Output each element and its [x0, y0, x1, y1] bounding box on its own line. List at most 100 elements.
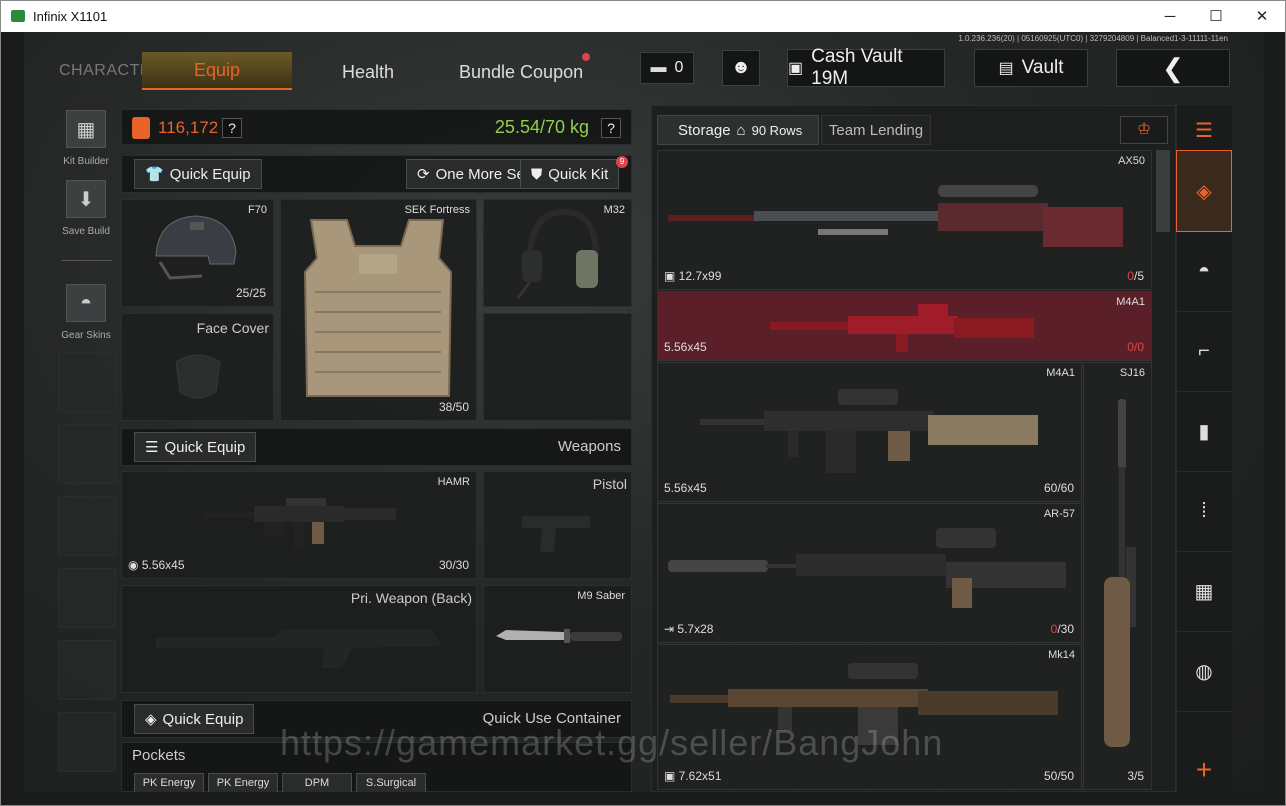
shirt-icon: 👕: [145, 166, 164, 183]
item-count: 0/30: [1051, 622, 1074, 636]
empty-slot: [58, 568, 116, 628]
item-count-current: 0: [1127, 269, 1134, 283]
ax50-rifle-image: [668, 185, 1123, 247]
storage-item[interactable]: SJ16 3/5: [1083, 362, 1152, 790]
bayonet-image: [496, 629, 622, 643]
vest-icon: ▦: [76, 118, 96, 141]
cash-vault-button[interactable]: ▣ Cash Vault 19M: [787, 46, 945, 89]
item-count-max: /0: [1133, 340, 1144, 354]
item-count-current: 60: [1043, 481, 1058, 495]
storage-rows: 90 Rows: [751, 122, 803, 138]
armor-slot[interactable]: SEK Fortress 38/50: [280, 199, 477, 421]
refresh-icon: ⟳: [417, 166, 430, 183]
storage-item[interactable]: M4A1 5.56x45 60/60: [657, 362, 1082, 502]
pocket-item[interactable]: S.Surgical: [356, 773, 426, 792]
category-magazine[interactable]: ▮: [1176, 392, 1232, 472]
kit-builder-button[interactable]: ▦: [66, 110, 106, 148]
pouch-icon: ◈: [145, 711, 157, 728]
helmet-skin-icon: ◓: [79, 291, 93, 314]
crate-icon: ◈: [1196, 180, 1212, 203]
item-ammo: 5.56x45: [664, 481, 707, 495]
item-count-max: /5: [1133, 269, 1144, 283]
storage-item[interactable]: AX50 ▣ 12.7x99 0/5: [657, 150, 1152, 290]
headset-name: M32: [603, 204, 625, 216]
category-selected[interactable]: ◈: [1176, 150, 1232, 232]
storage-item[interactable]: M4A1 5.56x45 0/0: [657, 291, 1152, 361]
item-count: 0/5: [1127, 269, 1144, 283]
headset-image: [516, 208, 599, 299]
item-ammo-text: 5.7x28: [677, 622, 714, 636]
pistol-slot[interactable]: Pistol: [483, 471, 632, 579]
pouch-icon: ◍: [1195, 661, 1213, 683]
item-name: M4A1: [1116, 296, 1145, 308]
stack-icon: ☰: [1195, 119, 1213, 142]
weight-help-button[interactable]: ?: [601, 118, 621, 138]
helmet-slot[interactable]: F70 25/25: [121, 199, 274, 307]
tab-bundle-coupon[interactable]: Bundle Coupon: [459, 62, 583, 83]
loadout-value: 116,172: [158, 118, 219, 137]
vault-button[interactable]: ▤ Vault: [974, 49, 1088, 87]
headset-slot[interactable]: M32: [483, 199, 632, 307]
cash-vault-label: Cash Vault 19M: [811, 46, 903, 89]
gear-skins-button[interactable]: ◓: [66, 284, 106, 322]
storage-item[interactable]: AR-57 ⇥ 5.7x28 0/30: [657, 503, 1082, 643]
tab-equip[interactable]: Equip: [142, 52, 292, 90]
close-button[interactable]: ✕: [1239, 1, 1285, 32]
operator-button[interactable]: ☻: [722, 50, 760, 86]
primary-weapon-slot[interactable]: HAMR ◉ 5.56x45 30/30: [121, 471, 477, 579]
list-icon: ☰: [145, 439, 159, 456]
gear-quick-equip-button[interactable]: 👕 Quick Equip: [134, 159, 262, 189]
add-category-button[interactable]: +: [1176, 750, 1232, 790]
plus-icon: +: [1195, 754, 1213, 785]
category-vest[interactable]: ▦: [1176, 552, 1232, 632]
container-quick-equip-label: Quick Equip: [162, 710, 244, 728]
item-count-max: /30: [1057, 622, 1074, 636]
rifle-placeholder-icon: [156, 630, 442, 668]
empty-slot: [58, 712, 116, 772]
quick-kit-button[interactable]: ⛊ Quick Kit: [520, 159, 620, 189]
empty-slot: [58, 640, 116, 700]
tab-equip-label: Equip: [193, 59, 241, 80]
category-rifle[interactable]: ⌐: [1176, 312, 1232, 392]
value-help-button[interactable]: ?: [222, 118, 242, 138]
face-cover-slot[interactable]: Face Cover: [121, 313, 274, 421]
currency-button[interactable]: ▬ 0: [640, 52, 694, 84]
currency-count: 0: [674, 59, 684, 76]
item-ammo: ▣ 7.62x51: [664, 769, 722, 783]
back-weapon-slot[interactable]: Pri. Weapon (Back): [121, 585, 477, 693]
back-button[interactable]: ❮: [1116, 49, 1230, 87]
empty-gear-slot[interactable]: [483, 313, 632, 421]
tab-health[interactable]: Health: [342, 62, 394, 83]
team-lending-tab[interactable]: Team Lending: [821, 115, 931, 145]
m4a1-red-image: [770, 304, 1034, 352]
category-ammo[interactable]: ⁞: [1176, 472, 1232, 552]
storage-tab[interactable]: Storage ⌂ 90 Rows: [657, 115, 819, 145]
pockets-title: Pockets: [132, 747, 186, 764]
category-helmet[interactable]: ◓: [1176, 232, 1232, 312]
minimize-button[interactable]: ─: [1147, 1, 1193, 32]
storage-scrollbar[interactable]: [1156, 150, 1170, 232]
maximize-button[interactable]: ☐: [1193, 1, 1239, 32]
sort-button[interactable]: ♔: [1120, 116, 1168, 144]
storage-item[interactable]: Mk14 ▣ 7.62x51 50/50: [657, 644, 1082, 790]
pocket-item[interactable]: DPM: [282, 773, 352, 792]
helmet-image: [155, 215, 237, 280]
helmet-durability: 25/25: [235, 286, 266, 300]
window-title: Infinix X1101: [33, 9, 108, 24]
item-ammo: 5.56x45: [664, 340, 707, 354]
category-all[interactable]: ☰: [1176, 112, 1232, 148]
weapons-quick-equip-button[interactable]: ☰ Quick Equip: [134, 432, 257, 462]
weight-readout: 25.54/70 kg: [494, 117, 589, 137]
version-text: 1.0.236.236(20) | 05160925(UTC0) | 32792…: [958, 34, 1228, 43]
save-build-button[interactable]: ⬇: [66, 180, 106, 218]
empty-slot: [58, 424, 116, 484]
container-quick-equip-button[interactable]: ◈ Quick Equip: [134, 704, 255, 734]
category-pouch[interactable]: ◍: [1176, 632, 1232, 712]
pocket-item[interactable]: PK Energy: [134, 773, 204, 792]
app-window: Infinix X1101 ─ ☐ ✕ 1.0.236.236(20) | 05…: [0, 0, 1286, 806]
pistol-placeholder-icon: [522, 516, 590, 552]
melee-slot[interactable]: M9 Saber: [483, 585, 632, 693]
pocket-item[interactable]: PK Energy: [208, 773, 278, 792]
item-count-current: 50: [1043, 769, 1058, 783]
item-count-current: 0: [1127, 340, 1134, 354]
